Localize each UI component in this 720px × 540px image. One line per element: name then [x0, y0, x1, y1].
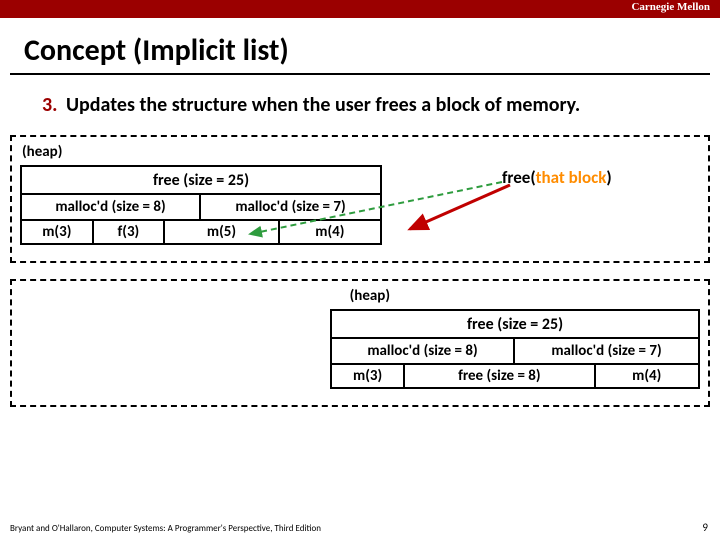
free-call: free(that block)	[502, 167, 612, 188]
slide-title: Concept (Implicit list)	[24, 32, 720, 69]
heap1-f3: f(3)	[94, 221, 166, 243]
heap-before: (heap) free (size = 25) malloc'd (size =…	[10, 135, 710, 263]
footer-citation: Bryant and O'Hallaron, Computer Systems:…	[10, 523, 321, 534]
step-number: 3.	[42, 93, 66, 117]
heap-marker: (heap)	[22, 143, 700, 161]
step-text: Updates the structure when the user free…	[66, 93, 694, 117]
heap2-free-row: free (size = 25)	[330, 309, 700, 337]
heap1-sub-row: m(3) f(3) m(5) m(4)	[20, 219, 382, 245]
accent-bar	[0, 0, 720, 18]
heap2-free8: free (size = 8)	[405, 365, 595, 387]
heap1-m3: m(3)	[22, 221, 94, 243]
free-fn-close: )	[606, 167, 611, 188]
heap-after: (heap) free (size = 25) malloc'd (size =…	[10, 279, 710, 407]
heap2-m4: m(4)	[596, 365, 698, 387]
heap1-malloc-row: malloc'd (size = 8) malloc'd (size = 7)	[20, 193, 382, 219]
heap1-mallocB: malloc'd (size = 7)	[201, 195, 380, 219]
heap1-m5: m(5)	[165, 221, 280, 243]
heap2-sub-row: m(3) free (size = 8) m(4)	[330, 363, 700, 389]
heap2-malloc-row: malloc'd (size = 8) malloc'd (size = 7)	[330, 337, 700, 363]
heap2-mallocA: malloc'd (size = 8)	[332, 339, 515, 363]
heap2-free-label: free (size = 25)	[332, 315, 698, 334]
brand-text: Carnegie Mellon	[631, 1, 710, 13]
free-fn-open: free(	[502, 167, 536, 188]
title-underline	[10, 73, 710, 75]
step-3: 3. Updates the structure when the user f…	[42, 93, 694, 117]
heap1-table: free (size = 25) malloc'd (size = 8) mal…	[20, 165, 382, 245]
heap1-free-label: free (size = 25)	[22, 171, 380, 190]
heap1-free-row: free (size = 25)	[20, 165, 382, 193]
page-number: 9	[702, 521, 708, 534]
free-arg: that block	[536, 167, 607, 188]
heap2-table: free (size = 25) malloc'd (size = 8) mal…	[330, 309, 700, 389]
heap-marker-2: (heap)	[350, 287, 390, 305]
heap2-mallocB: malloc'd (size = 7)	[515, 339, 698, 363]
heap1-m4: m(4)	[280, 221, 380, 243]
heap1-mallocA: malloc'd (size = 8)	[22, 195, 201, 219]
heap2-m3: m(3)	[332, 365, 405, 387]
